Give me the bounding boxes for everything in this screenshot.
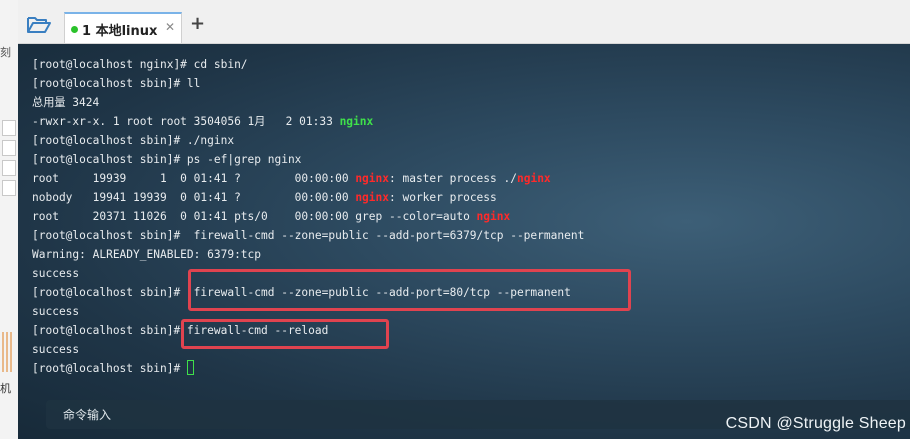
terminal-line: 总用量 3424 [32, 93, 584, 112]
terminal-line: [root@localhost sbin]# ps -ef|grep nginx [32, 150, 584, 169]
terminal-line: [root@localhost sbin]# ./nginx [32, 131, 584, 150]
terminal-text: root 20371 11026 0 01:41 pts/0 00:00:00 … [32, 210, 477, 223]
terminal-line: [root@localhost nginx]# cd sbin/ [32, 55, 584, 74]
connection-status-icon [71, 26, 78, 33]
terminal-line: [root@localhost sbin]# firewall-cmd --zo… [32, 226, 584, 245]
terminal-text: success [32, 343, 80, 356]
add-tab-button[interactable]: + [190, 15, 205, 33]
terminal-text: : worker process [389, 191, 497, 204]
terminal-line: root 20371 11026 0 01:41 pts/0 00:00:00 … [32, 207, 584, 226]
annotation-box [181, 319, 389, 349]
terminal-line: [root@localhost sbin]# ll [32, 74, 584, 93]
terminal-text: [root@localhost sbin]# firewall-cmd --zo… [32, 229, 585, 242]
adjacent-window-field [2, 120, 16, 136]
adjacent-window-edge: 刻 机 [0, 0, 19, 439]
adjacent-window-field [2, 140, 16, 156]
terminal-text: [root@localhost sbin]# [32, 362, 187, 375]
terminal-line: Warning: ALREADY_ENABLED: 6379:tcp [32, 245, 584, 264]
terminal-line: nobody 19941 19939 0 01:41 ? 00:00:00 ng… [32, 188, 584, 207]
terminal-text: [root@localhost sbin]# ll [32, 77, 201, 90]
highlighted-text: nginx [516, 172, 551, 185]
close-icon[interactable]: ✕ [165, 20, 175, 34]
terminal-text: Warning: ALREADY_ENABLED: 6379:tcp [32, 248, 262, 261]
highlighted-text: nginx [339, 115, 374, 128]
tab-local-linux[interactable]: 1 本地linux ✕ [64, 12, 182, 43]
folder-open-icon[interactable] [26, 14, 52, 36]
terminal-text: [root@localhost sbin]# ./nginx [32, 134, 235, 147]
terminal-line: -rwxr-xr-x. 1 root root 3504056 1月 2 01:… [32, 112, 584, 131]
adjacent-window-chart [2, 332, 14, 372]
terminal-text: success [32, 267, 80, 280]
adjacent-window-text: 刻 [0, 46, 11, 59]
terminal-text: [root@localhost sbin]# ps -ef|grep nginx [32, 153, 302, 166]
tab-label: 1 本地linux [82, 24, 158, 39]
highlighted-text: nginx [355, 172, 389, 185]
terminal-text: -rwxr-xr-x. 1 root root 3504056 1月 2 01:… [32, 115, 340, 128]
annotation-box [188, 269, 631, 311]
adjacent-window-field [2, 180, 16, 196]
terminal-text: : master process ./ [389, 172, 517, 185]
command-input-label: 命令输入 [63, 408, 112, 422]
terminal-line: root 19939 1 0 01:41 ? 00:00:00 nginx: m… [32, 169, 584, 188]
terminal-line: [root@localhost sbin]# [32, 359, 584, 378]
terminal-text: nobody 19941 19939 0 01:41 ? 00:00:00 [32, 191, 356, 204]
highlighted-text: nginx [355, 191, 389, 204]
adjacent-window-field [2, 160, 16, 176]
highlighted-text: nginx [476, 210, 511, 223]
terminal-text: [root@localhost nginx]# cd sbin/ [32, 58, 248, 71]
terminal-panel[interactable]: [root@localhost nginx]# cd sbin/ [root@lo… [18, 44, 910, 439]
tab-bar: 1 本地linux ✕ + [18, 0, 910, 44]
terminal-text: 总用量 3424 [32, 96, 100, 109]
adjacent-window-text: 机 [0, 382, 11, 395]
terminal-cursor [186, 360, 194, 375]
terminal-text: success [32, 305, 80, 318]
terminal-text: root 19939 1 0 01:41 ? 00:00:00 [32, 172, 356, 185]
watermark: CSDN @Struggle Sheep [725, 415, 906, 432]
app-window: 刻 机 1 本地linux ✕ + [root@localhost nginx]… [0, 0, 910, 439]
